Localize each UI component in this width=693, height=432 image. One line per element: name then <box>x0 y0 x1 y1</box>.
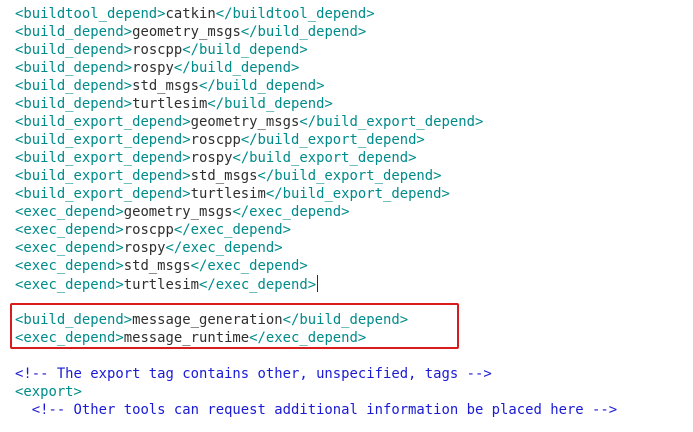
xml-tag: <build_export_depend> <box>15 150 191 166</box>
tag-value: geometry_msgs <box>190 114 300 130</box>
tag-value: geometry_msgs <box>123 204 233 220</box>
xml-tag: <build_export_depend> <box>15 132 191 148</box>
xml-tag: <export> <box>15 384 82 400</box>
xml-tag: <build_depend> <box>15 78 133 94</box>
code-line: <build_export_depend>std_msgs</build_exp… <box>15 167 442 185</box>
tag-value: rospy <box>123 240 166 256</box>
xml-tag: </exec_depend> <box>165 240 283 256</box>
xml-tag: </build_depend> <box>182 42 308 58</box>
code-line: <buildtool_depend>catkin</buildtool_depe… <box>15 5 375 23</box>
code-line: <exec_depend>geometry_msgs</exec_depend> <box>15 203 350 221</box>
text-cursor <box>317 275 319 292</box>
xml-comment: <!-- Other tools can request additional … <box>15 402 618 418</box>
code-line: <exec_depend>turtlesim</exec_depend> <box>15 275 319 293</box>
xml-tag: <build_export_depend> <box>15 114 191 130</box>
tag-value: turtlesim <box>190 186 266 202</box>
xml-tag: <build_depend> <box>15 42 133 58</box>
code-line: <exec_depend>message_runtime</exec_depen… <box>15 329 366 347</box>
code-line: <build_depend>rospy</build_depend> <box>15 59 299 77</box>
xml-tag: </exec_depend> <box>199 277 317 293</box>
code-line: <!-- The export tag contains other, unsp… <box>15 365 492 383</box>
tag-value: roscpp <box>190 132 241 148</box>
code-line: <exec_depend>rospy</exec_depend> <box>15 239 283 257</box>
xml-tag: </build_export_depend> <box>232 150 417 166</box>
xml-tag: </build_depend> <box>199 78 325 94</box>
tag-value: rospy <box>190 150 233 166</box>
xml-comment: <!-- The export tag contains other, unsp… <box>15 366 492 382</box>
xml-tag: <exec_depend> <box>15 258 124 274</box>
xml-tag: <build_depend> <box>15 96 133 112</box>
tag-value: std_msgs <box>132 78 199 94</box>
xml-tag: <build_depend> <box>15 312 133 328</box>
xml-tag: </build_depend> <box>207 96 333 112</box>
tag-value: std_msgs <box>190 168 258 184</box>
xml-tag: </buildtool_depend> <box>215 6 375 22</box>
code-line: <build_depend>message_generation</build_… <box>15 311 408 329</box>
xml-tag: <exec_depend> <box>15 277 124 293</box>
code-line: <build_depend>geometry_msgs</build_depen… <box>15 23 366 41</box>
xml-tag: </exec_depend> <box>232 204 350 220</box>
xml-tag: <exec_depend> <box>15 330 124 346</box>
xml-tag: </build_export_depend> <box>257 168 442 184</box>
xml-tag: <exec_depend> <box>15 204 124 220</box>
xml-tag: <build_depend> <box>15 60 133 76</box>
code-line: <build_export_depend>roscpp</build_expor… <box>15 131 425 149</box>
xml-tag: <build_export_depend> <box>15 168 191 184</box>
xml-tag: </build_depend> <box>240 24 367 40</box>
tag-value: roscpp <box>132 42 183 58</box>
xml-tag: <build_export_depend> <box>15 186 191 202</box>
code-line: <build_export_depend>rospy</build_export… <box>15 149 416 167</box>
tag-value: roscpp <box>123 222 174 238</box>
xml-tag: <build_depend> <box>15 24 133 40</box>
code-line: <exec_depend>std_msgs</exec_depend> <box>15 257 308 275</box>
xml-tag: </build_export_depend> <box>299 114 484 130</box>
tag-value: catkin <box>165 6 216 22</box>
code-editor[interactable]: <buildtool_depend>catkin</buildtool_depe… <box>0 0 693 432</box>
xml-tag: </exec_depend> <box>249 330 367 346</box>
xml-tag: </build_export_depend> <box>265 186 450 202</box>
tag-value: turtlesim <box>123 277 199 293</box>
xml-tag: </build_depend> <box>173 60 300 76</box>
code-line: <!-- Other tools can request additional … <box>15 401 617 419</box>
xml-tag: </build_export_depend> <box>240 132 425 148</box>
code-line: <build_depend>roscpp</build_depend> <box>15 41 308 59</box>
code-line: <exec_depend>roscpp</exec_depend> <box>15 221 291 239</box>
tag-value: message_runtime <box>123 330 250 346</box>
code-line: <build_export_depend>geometry_msgs</buil… <box>15 113 483 131</box>
tag-value: std_msgs <box>123 258 191 274</box>
xml-tag: <buildtool_depend> <box>15 6 166 22</box>
code-line: <export> <box>15 383 82 401</box>
xml-tag: </build_depend> <box>282 312 409 328</box>
code-line: <build_depend>turtlesim</build_depend> <box>15 95 333 113</box>
tag-value: rospy <box>132 60 174 76</box>
xml-tag: <exec_depend> <box>15 240 124 256</box>
xml-tag: </exec_depend> <box>190 258 308 274</box>
code-line: <build_export_depend>turtlesim</build_ex… <box>15 185 450 203</box>
xml-tag: <exec_depend> <box>15 222 124 238</box>
tag-value: turtlesim <box>132 96 208 112</box>
tag-value: message_generation <box>132 312 283 328</box>
xml-tag: </exec_depend> <box>173 222 291 238</box>
code-line: <build_depend>std_msgs</build_depend> <box>15 77 324 95</box>
tag-value: geometry_msgs <box>132 24 241 40</box>
